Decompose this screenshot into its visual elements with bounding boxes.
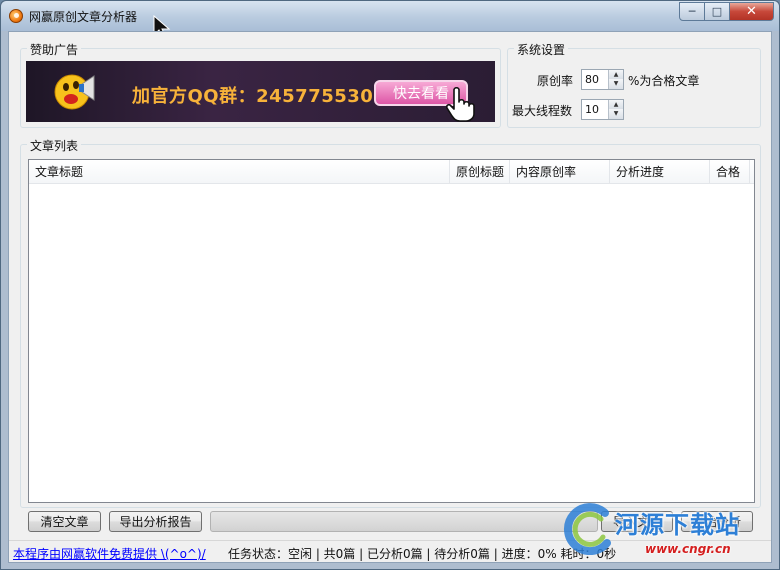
vendor-link[interactable]: 本程序由网赢软件免费提供 \(^o^)/	[13, 545, 206, 562]
threads-down-arrow-icon[interactable]: ▼	[608, 109, 623, 119]
title-bar[interactable]: 网赢原创文章分析器 ─ □ ✕	[1, 1, 779, 40]
ad-group-label: 赞助广告	[27, 41, 82, 58]
originality-value: 80	[585, 73, 599, 86]
app-window: 网赢原创文章分析器 ─ □ ✕ 赞助广告 加官方QQ群：245775530 快去…	[0, 0, 780, 570]
client-area: 赞助广告 加官方QQ群：245775530 快去看看 系统设置 原创率 80 ▲…	[8, 31, 772, 563]
ad-text: 加官方QQ群：245775530	[132, 86, 374, 107]
hand-pointer-icon	[445, 86, 475, 122]
ad-banner[interactable]: 加官方QQ群：245775530 快去看看	[26, 61, 495, 122]
column-content-originality[interactable]: 内容原创率	[510, 160, 610, 184]
export-report-button[interactable]: 导出分析报告	[109, 511, 202, 532]
window-title: 网赢原创文章分析器	[29, 10, 138, 24]
watermark-title: 河源下载站	[615, 511, 740, 539]
originality-suffix: %为合格文章	[628, 74, 700, 88]
threads-stepper[interactable]: 10 ▲ ▼	[581, 99, 624, 120]
analysis-progress-bar	[210, 511, 598, 532]
watermark-logo-icon	[563, 503, 611, 555]
watermark-url: www.cngr.cn	[645, 542, 731, 556]
smiley-megaphone-icon	[54, 74, 95, 110]
minimize-button[interactable]: ─	[679, 2, 705, 21]
column-article-title[interactable]: 文章标题	[29, 160, 450, 184]
app-icon	[9, 9, 23, 23]
maximize-button[interactable]: □	[705, 2, 730, 21]
threads-value: 10	[585, 103, 599, 116]
threads-label: 最大线程数	[512, 104, 573, 118]
originality-down-arrow-icon[interactable]: ▼	[608, 79, 623, 89]
originality-label: 原创率	[537, 74, 574, 88]
watermark: 河源下载站 www.cngr.cn	[557, 497, 777, 567]
originality-stepper[interactable]: 80 ▲ ▼	[581, 69, 624, 90]
close-button[interactable]: ✕	[730, 2, 774, 21]
article-list[interactable]: 文章标题 原创标题 内容原创率 分析进度 合格	[28, 159, 755, 503]
clear-articles-button[interactable]: 清空文章	[28, 511, 101, 532]
articles-group-label: 文章列表	[27, 137, 82, 154]
list-header: 文章标题 原创标题 内容原创率 分析进度 合格	[29, 160, 754, 184]
settings-group-label: 系统设置	[514, 41, 569, 58]
column-progress[interactable]: 分析进度	[610, 160, 710, 184]
column-qualified[interactable]: 合格	[710, 160, 750, 184]
column-original-title[interactable]: 原创标题	[450, 160, 510, 184]
